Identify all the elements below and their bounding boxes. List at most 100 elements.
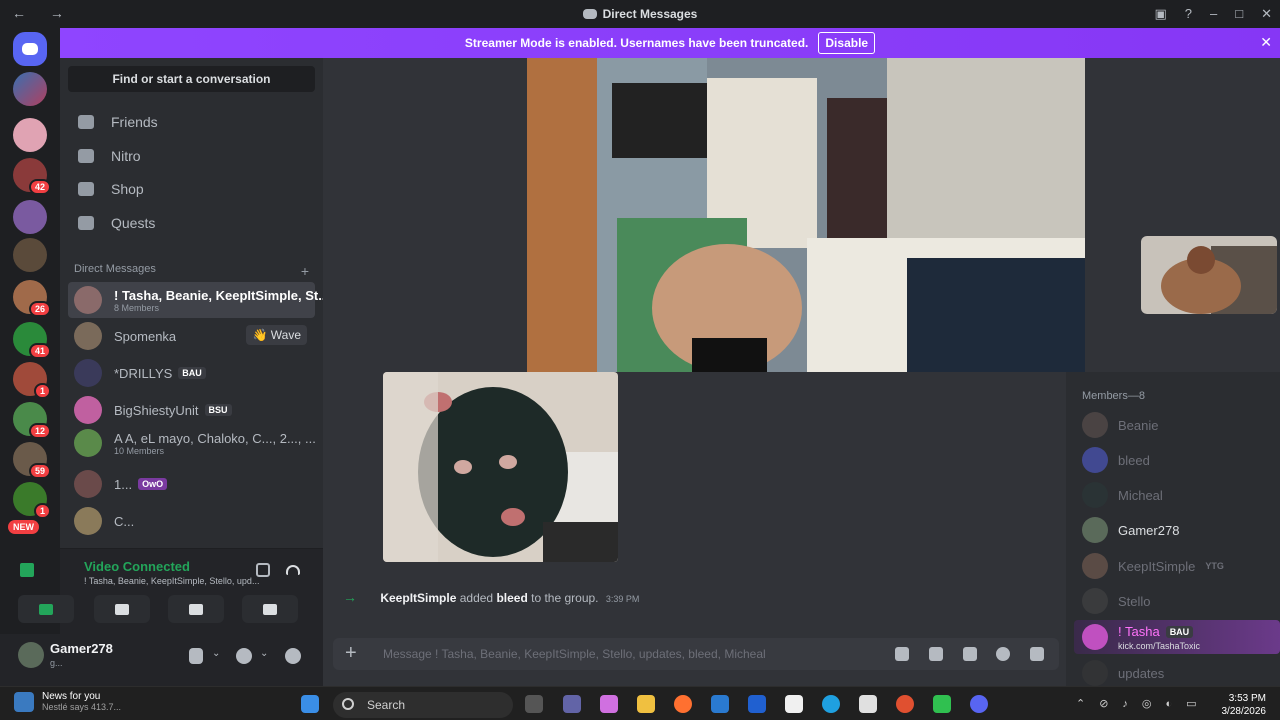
server-rail: 42 26 41 1 12 59 1 NEW xyxy=(0,28,60,686)
disable-button[interactable]: Disable xyxy=(818,32,876,54)
username[interactable]: Gamer278 xyxy=(50,641,113,656)
voice-status[interactable]: Video Connected xyxy=(84,559,364,574)
member-item[interactable]: KeepItSimple YTG xyxy=(1082,551,1228,581)
teams-icon[interactable] xyxy=(563,695,581,713)
avatar[interactable] xyxy=(18,642,44,668)
wave-label: Wave xyxy=(270,328,301,342)
dm-item[interactable]: C... xyxy=(68,503,315,539)
windows-start-icon[interactable] xyxy=(301,695,319,713)
member-item[interactable]: updates xyxy=(1082,658,1164,688)
dm-item[interactable]: BigShiestyUnit BSU xyxy=(68,392,315,428)
server-icon[interactable] xyxy=(13,200,47,234)
find-conversation-button[interactable]: Find or start a conversation xyxy=(68,66,315,92)
signal-icon xyxy=(20,563,34,577)
chevron-down-icon[interactable]: ⌄ xyxy=(212,648,220,659)
notion-icon[interactable] xyxy=(785,695,803,713)
noise-suppression-icon[interactable] xyxy=(256,563,270,577)
dm-item[interactable]: A A, eL mayo, Chaloko, C..., 2..., ... 10… xyxy=(68,425,316,461)
nav-shop[interactable]: Shop xyxy=(68,173,315,205)
server-icon[interactable]: 1 xyxy=(13,362,51,399)
nav-friends[interactable]: Friends xyxy=(68,106,315,138)
member-item[interactable]: Beanie xyxy=(1082,410,1158,440)
emoji-icon[interactable] xyxy=(996,647,1010,661)
close-icon[interactable]: ✕ xyxy=(1260,34,1272,51)
member-item[interactable]: ! Tasha BAU kick.com/TashaToxic xyxy=(1074,620,1280,654)
gif-icon[interactable] xyxy=(929,647,943,661)
member-item[interactable]: Micheal xyxy=(1082,480,1163,510)
dropbox-icon[interactable] xyxy=(748,695,766,713)
disconnect-icon[interactable] xyxy=(286,565,300,575)
plus-icon[interactable]: + xyxy=(345,642,357,665)
member-item[interactable]: Stello xyxy=(1082,586,1151,616)
clock[interactable]: 3:53 PM 3/28/2026 xyxy=(1222,692,1267,718)
search-icon xyxy=(342,698,354,710)
chevron-down-icon[interactable]: ⌄ xyxy=(260,648,268,659)
brave-icon[interactable] xyxy=(896,695,914,713)
shop-icon xyxy=(78,182,94,196)
server-icon[interactable]: 41 xyxy=(13,322,51,359)
member-item[interactable]: Gamer278 xyxy=(1082,515,1179,545)
dm-item[interactable]: *DRILLYS BAU xyxy=(68,355,315,391)
notepad-icon[interactable] xyxy=(859,695,877,713)
user-status: g... xyxy=(50,658,63,668)
member-name: Micheal xyxy=(1118,487,1163,503)
message-input[interactable]: Message ! Tasha, Beanie, KeepItSimple, S… xyxy=(383,647,766,661)
avatar xyxy=(1082,660,1108,686)
message-composer[interactable]: + Message ! Tasha, Beanie, KeepItSimple,… xyxy=(333,638,1059,670)
video-stream[interactable] xyxy=(527,58,1085,372)
mute-icon[interactable] xyxy=(189,648,203,664)
soundboard-button[interactable] xyxy=(242,595,298,623)
dm-item[interactable]: Spomenka 👋 Wave xyxy=(68,318,315,354)
sticker-icon[interactable] xyxy=(963,647,977,661)
screenshare-button[interactable] xyxy=(94,595,150,623)
firefox-icon[interactable] xyxy=(674,695,692,713)
nav-nitro[interactable]: Nitro xyxy=(68,140,315,172)
activity-button[interactable] xyxy=(168,595,224,623)
nav-quests[interactable]: Quests xyxy=(68,207,315,239)
friends-icon xyxy=(78,115,94,129)
create-dm-icon[interactable]: + xyxy=(301,263,309,279)
gift-icon[interactable] xyxy=(895,647,909,661)
dm-item[interactable]: 1... OwO xyxy=(68,466,315,502)
server-icon[interactable]: 1 xyxy=(13,482,51,519)
unread-badge: 26 xyxy=(28,301,51,317)
message-target[interactable]: bleed xyxy=(496,591,527,605)
discord-logo-icon xyxy=(22,43,38,55)
copilot-icon[interactable] xyxy=(600,695,618,713)
discord-taskbar-icon[interactable] xyxy=(970,695,988,713)
member-item[interactable]: bleed xyxy=(1082,445,1150,475)
help-icon[interactable]: ? xyxy=(1185,6,1192,22)
new-badge[interactable]: NEW xyxy=(8,520,39,534)
news-widget[interactable]: News for you Nestlé says 413.7... xyxy=(14,691,121,712)
maximize-button[interactable]: □ xyxy=(1235,6,1243,22)
server-icon[interactable] xyxy=(13,118,47,152)
streamer-mode-banner: Streamer Mode is enabled. Usernames have… xyxy=(60,28,1280,58)
system-tray-icons[interactable]: ⌃⊘♪◎◐▭ xyxy=(1076,697,1211,710)
close-button[interactable]: ✕ xyxy=(1261,6,1272,22)
apps-icon[interactable] xyxy=(1030,647,1044,661)
gear-icon[interactable] xyxy=(285,648,301,664)
app-icon[interactable] xyxy=(933,695,951,713)
server-icon[interactable] xyxy=(13,72,47,106)
mail-icon[interactable] xyxy=(711,695,729,713)
home-button[interactable] xyxy=(13,32,47,66)
taskbar-search[interactable]: Search xyxy=(333,692,513,718)
camera-button[interactable] xyxy=(18,595,74,623)
minimize-button[interactable]: – xyxy=(1210,6,1217,22)
image-attachment[interactable] xyxy=(383,372,618,562)
file-explorer-icon[interactable] xyxy=(637,695,655,713)
video-stream[interactable] xyxy=(1141,236,1277,314)
server-icon[interactable] xyxy=(13,238,47,272)
dm-item[interactable]: ! Tasha, Beanie, KeepItSimple, St... 8 Me… xyxy=(68,282,329,318)
message-actor[interactable]: KeepItSimple xyxy=(380,591,456,605)
server-icon[interactable]: 26 xyxy=(13,280,51,317)
wave-button[interactable]: 👋 Wave xyxy=(246,325,307,345)
server-icon[interactable]: 59 xyxy=(13,442,51,479)
server-icon[interactable]: 12 xyxy=(13,402,51,439)
edge-icon[interactable] xyxy=(822,695,840,713)
inbox-icon[interactable]: ▣ xyxy=(1154,6,1166,22)
headset-icon[interactable] xyxy=(236,648,252,664)
server-icon[interactable]: 42 xyxy=(13,158,51,195)
member-name: Beanie xyxy=(1118,417,1159,433)
task-view-icon[interactable] xyxy=(525,695,543,713)
